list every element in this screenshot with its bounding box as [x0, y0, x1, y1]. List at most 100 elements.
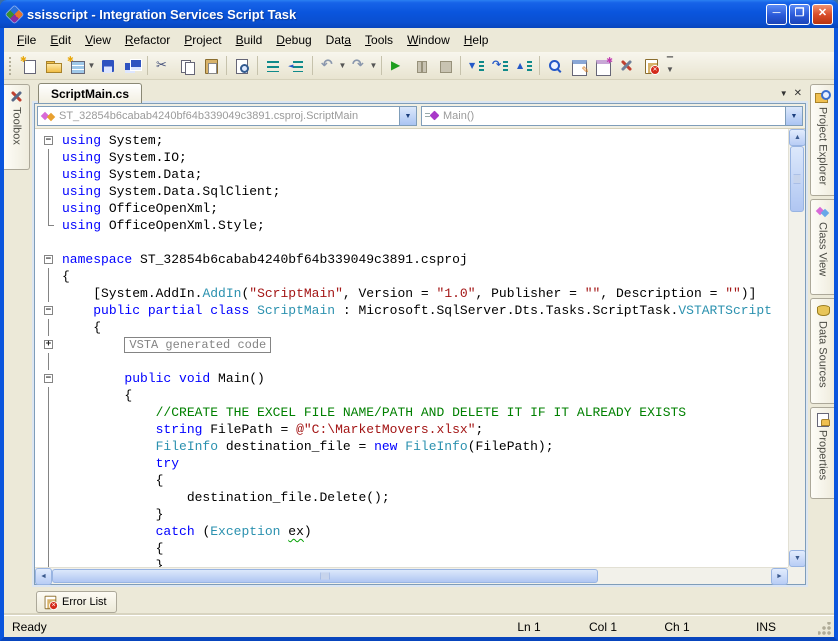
undo-button[interactable] — [316, 54, 340, 77]
sidebar-tab-toolbox[interactable]: Toolbox — [4, 84, 30, 170]
fold-toggle-icon[interactable]: + — [35, 336, 62, 353]
code-line[interactable]: string FilePath = @"C:\MarketMovers.xlsx… — [35, 421, 788, 438]
horizontal-scroll-track[interactable] — [52, 568, 771, 584]
code-line[interactable]: catch (Exception ex) — [35, 523, 788, 540]
code-line[interactable]: − public void Main() — [35, 370, 788, 387]
pause-button[interactable] — [409, 54, 433, 77]
horizontal-scrollbar[interactable]: ◄ ► — [35, 567, 788, 584]
code-line[interactable]: } — [35, 557, 788, 567]
sidebar-tab-project-explorer[interactable]: Project Explorer — [810, 84, 834, 196]
step-out-button[interactable] — [512, 54, 536, 77]
code-line[interactable]: [System.AddIn.AddIn("ScriptMain", Versio… — [35, 285, 788, 302]
properties-window-button[interactable] — [567, 54, 591, 77]
sidebar-tab-properties[interactable]: Properties — [810, 407, 834, 499]
code-line[interactable]: } — [35, 506, 788, 523]
collapsed-region-box[interactable]: VSTA generated code — [124, 337, 271, 353]
code-line[interactable]: using OfficeOpenXml; — [35, 200, 788, 217]
fold-toggle-icon[interactable]: − — [35, 251, 62, 268]
horizontal-scroll-thumb[interactable] — [52, 569, 598, 583]
start-debug-button[interactable] — [385, 54, 409, 77]
menu-edit[interactable]: Edit — [43, 30, 78, 50]
toolbar-overflow-button[interactable]: ▔ ▼ — [664, 58, 676, 74]
vertical-scroll-thumb[interactable] — [790, 146, 804, 212]
fold-toggle-icon[interactable]: − — [35, 132, 62, 149]
tab-scriptmain-cs[interactable]: ScriptMain.cs — [38, 83, 142, 103]
code-line[interactable]: using System.Data.SqlClient; — [35, 183, 788, 200]
comment-lines-button[interactable] — [261, 54, 285, 77]
copy-button[interactable] — [175, 54, 199, 77]
uncomment-lines-button[interactable] — [285, 54, 309, 77]
code-line[interactable]: FileInfo destination_file = new FileInfo… — [35, 438, 788, 455]
menu-data[interactable]: Data — [319, 30, 358, 50]
code-line[interactable]: { — [35, 268, 788, 285]
sidebar-tab-data-sources[interactable]: Data Sources — [810, 298, 834, 404]
cut-button[interactable] — [151, 54, 175, 77]
scroll-up-icon[interactable]: ▲ — [789, 129, 805, 146]
menu-view[interactable]: View — [78, 30, 118, 50]
code-line[interactable]: { — [35, 472, 788, 489]
step-over-button[interactable] — [488, 54, 512, 77]
save-button[interactable] — [96, 54, 120, 77]
code-line[interactable]: using System.Data; — [35, 166, 788, 183]
stop-button[interactable] — [433, 54, 457, 77]
redo-button[interactable] — [347, 54, 371, 77]
add-item-dropdown[interactable]: ▼ — [87, 61, 96, 70]
types-dropdown-arrow-icon[interactable]: ▼ — [399, 107, 416, 125]
menu-file[interactable]: File — [10, 30, 43, 50]
code-editor[interactable]: −using System;using System.IO;using Syst… — [35, 129, 805, 567]
add-item-button[interactable] — [65, 54, 89, 77]
scroll-left-icon[interactable]: ◄ — [35, 568, 52, 585]
code-line[interactable]: using System.IO; — [35, 149, 788, 166]
fold-toggle-icon[interactable]: − — [35, 302, 62, 319]
code-line[interactable]: { — [35, 540, 788, 557]
code-line[interactable]: //CREATE THE EXCEL FILE NAME/PATH AND DE… — [35, 404, 788, 421]
members-dropdown[interactable]: Main() ▼ — [421, 106, 803, 126]
find-document-button[interactable] — [230, 54, 254, 77]
code-line[interactable]: −using System; — [35, 132, 788, 149]
tab-list-dropdown-icon[interactable]: ▼ — [780, 88, 788, 100]
menu-project[interactable]: Project — [177, 30, 228, 50]
types-dropdown[interactable]: ST_32854b6cabab4240bf64b339049c3891.cspr… — [37, 106, 417, 126]
code-line[interactable]: { — [35, 387, 788, 404]
fold-toggle-icon[interactable]: − — [35, 370, 62, 387]
code-line[interactable]: − public partial class ScriptMain : Micr… — [35, 302, 788, 319]
sidebar-tab-class-view[interactable]: Class View — [810, 199, 834, 295]
menu-help[interactable]: Help — [457, 30, 496, 50]
code-line[interactable] — [35, 234, 788, 251]
code-line[interactable] — [35, 353, 788, 370]
code-line[interactable]: using OfficeOpenXml.Style; — [35, 217, 788, 234]
tools-button[interactable] — [615, 54, 639, 77]
maximize-button[interactable]: ❐ — [789, 4, 810, 25]
new-item-button[interactable] — [17, 54, 41, 77]
vertical-scrollbar[interactable]: ▲ ▼ — [788, 129, 805, 567]
code-line[interactable]: + VSTA generated code — [35, 336, 788, 353]
menu-build[interactable]: Build — [229, 30, 270, 50]
menu-tools[interactable]: Tools — [358, 30, 400, 50]
toolbar-grip[interactable] — [9, 57, 14, 75]
undo-dropdown[interactable]: ▼ — [338, 61, 347, 70]
code-line[interactable]: −namespace ST_32854b6cabab4240bf64b33904… — [35, 251, 788, 268]
error-list-button[interactable] — [639, 54, 663, 77]
code-line[interactable]: try — [35, 455, 788, 472]
members-dropdown-arrow-icon[interactable]: ▼ — [785, 107, 802, 125]
step-into-button[interactable] — [464, 54, 488, 77]
save-all-button[interactable] — [120, 54, 144, 77]
vertical-scroll-track[interactable] — [789, 146, 805, 550]
close-button[interactable]: ✕ — [812, 4, 833, 25]
open-file-button[interactable] — [41, 54, 65, 77]
scroll-down-icon[interactable]: ▼ — [789, 550, 805, 567]
object-browser-button[interactable] — [591, 54, 615, 77]
menu-debug[interactable]: Debug — [269, 30, 318, 50]
menu-window[interactable]: Window — [400, 30, 457, 50]
code-line[interactable]: { — [35, 319, 788, 336]
tab-close-icon[interactable]: ✕ — [794, 88, 802, 100]
minimize-button[interactable]: ─ — [766, 4, 787, 25]
error-list-tab[interactable]: Error List — [36, 591, 117, 613]
code-line[interactable]: destination_file.Delete(); — [35, 489, 788, 506]
resize-grip[interactable] — [818, 622, 832, 636]
quick-find-button[interactable] — [543, 54, 567, 77]
scroll-right-icon[interactable]: ► — [771, 568, 788, 585]
redo-dropdown[interactable]: ▼ — [369, 61, 378, 70]
menu-refactor[interactable]: Refactor — [118, 30, 177, 50]
title-bar[interactable]: ssisscript - Integration Services Script… — [0, 0, 838, 28]
